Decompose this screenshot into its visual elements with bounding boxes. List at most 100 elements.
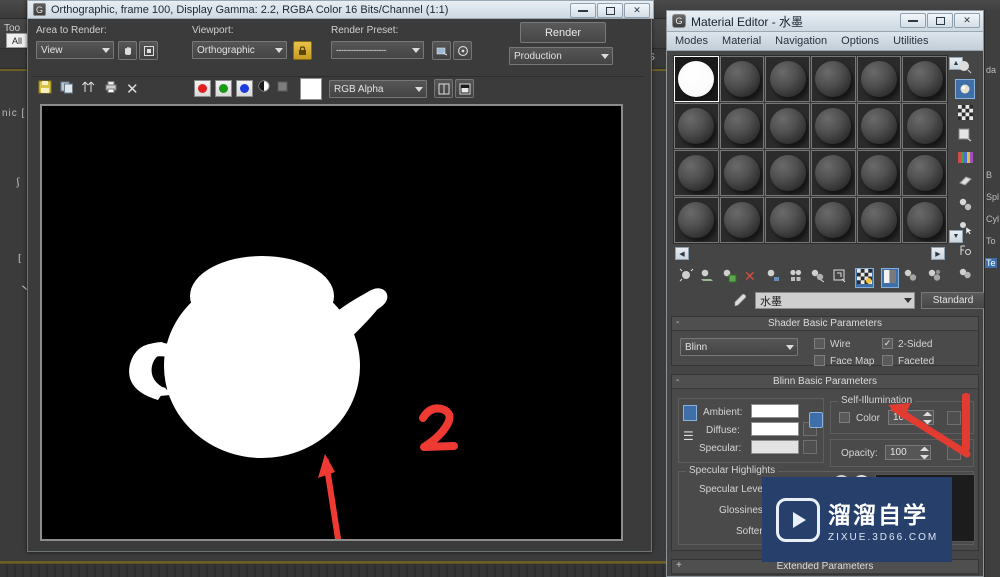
slot-scroll-right-button[interactable]: ▶ <box>931 247 945 260</box>
backlight-icon[interactable] <box>955 79 975 99</box>
sample-slot[interactable] <box>811 150 856 196</box>
show-map-in-viewport-icon[interactable] <box>855 268 874 288</box>
sample-slot-selected[interactable] <box>674 56 719 102</box>
menu-navigation[interactable]: Navigation <box>775 35 827 47</box>
duplicate-button[interactable] <box>455 79 474 98</box>
lock-diffuse-icon[interactable] <box>809 412 823 428</box>
material-editor-horizontal-toolbar[interactable]: ✕ <box>671 266 979 288</box>
get-material-icon[interactable] <box>679 268 694 286</box>
material-name-input[interactable]: 水墨 <box>755 292 915 309</box>
sample-slot[interactable] <box>856 197 902 243</box>
rollout-shader-basic-parameters[interactable]: - Shader Basic Parameters Blinn Wire ✓ 2… <box>671 316 979 367</box>
blue-channel-button[interactable] <box>236 80 253 97</box>
self-illumination-value-spinner[interactable]: 100 <box>888 410 934 425</box>
background-color-swatch[interactable] <box>300 78 322 100</box>
put-to-scene-icon[interactable] <box>699 268 714 286</box>
opacity-value-spinner[interactable]: 100 <box>885 445 931 460</box>
sample-slot[interactable] <box>765 150 810 196</box>
render-preset-dropdown[interactable]: -------------------- <box>331 41 424 59</box>
sample-uv-tiling-icon[interactable] <box>955 125 975 145</box>
put-to-library-icon[interactable] <box>810 268 825 286</box>
rollout-header-blinn-basic[interactable]: - Blinn Basic Parameters <box>672 375 978 389</box>
sample-slot[interactable] <box>811 56 856 102</box>
sample-slot[interactable] <box>856 56 902 102</box>
alpha-channel-icon[interactable] <box>258 80 270 95</box>
material-editor-title-bar[interactable]: G Material Editor - 水墨 ✕ <box>667 11 983 32</box>
sample-slot[interactable] <box>811 103 856 149</box>
sample-slot[interactable] <box>902 150 947 196</box>
specular-color-swatch[interactable] <box>751 440 799 454</box>
face-map-checkbox[interactable] <box>814 355 825 366</box>
sample-slot[interactable] <box>765 197 810 243</box>
spinner-arrows-icon[interactable] <box>920 447 929 459</box>
clear-icon[interactable]: ✕ <box>126 80 139 98</box>
render-window-controls[interactable]: ✕ <box>570 3 650 18</box>
rollout-header-extended[interactable]: + Extended Parameters <box>672 560 978 574</box>
render-window-minimize-button[interactable] <box>570 3 596 18</box>
menu-modes[interactable]: Modes <box>675 35 708 47</box>
max-toolbar-all-dropdown[interactable]: All <box>6 33 28 48</box>
sample-slot[interactable] <box>856 150 902 196</box>
reset-map-icon[interactable]: ✕ <box>744 268 756 285</box>
make-material-copy-icon[interactable] <box>766 268 781 286</box>
channel-dropdown[interactable]: RGB Alpha <box>329 80 427 98</box>
sample-type-icon[interactable] <box>955 57 975 77</box>
sample-slot[interactable] <box>719 56 765 102</box>
render-frame-window[interactable]: G Orthographic, frame 100, Display Gamma… <box>27 0 654 552</box>
two-sided-checkbox[interactable]: ✓ <box>882 338 893 349</box>
wire-checkbox[interactable] <box>814 338 825 349</box>
lock-viewport-button[interactable] <box>293 41 312 60</box>
save-icon[interactable] <box>38 80 52 97</box>
green-channel-button[interactable] <box>215 80 232 97</box>
ambient-color-swatch[interactable] <box>751 404 799 418</box>
sample-slot[interactable] <box>719 103 765 149</box>
self-illumination-map-button[interactable] <box>947 411 961 425</box>
material-editor-window-controls[interactable]: ✕ <box>900 13 980 28</box>
material-editor-close-button[interactable]: ✕ <box>954 13 980 28</box>
material-editor-minimize-button[interactable] <box>900 13 926 28</box>
print-icon[interactable] <box>104 80 118 97</box>
clone-icon[interactable] <box>82 80 96 97</box>
go-forward-to-sibling-icon[interactable] <box>927 268 942 286</box>
select-region-button[interactable] <box>118 41 137 60</box>
sample-slot[interactable] <box>811 197 856 243</box>
specular-map-button[interactable] <box>803 440 817 454</box>
diffuse-specular-link-icon[interactable]: ☰ <box>683 429 694 443</box>
show-end-result-toggle-icon[interactable] <box>881 268 899 288</box>
menu-options[interactable]: Options <box>841 35 879 47</box>
render-window-title-bar[interactable]: G Orthographic, frame 100, Display Gamma… <box>27 0 654 19</box>
sample-slot[interactable] <box>902 103 947 149</box>
material-editor-vertical-toolbar[interactable] <box>952 55 980 278</box>
render-setup-button[interactable] <box>453 41 472 60</box>
material-id-icon[interactable] <box>832 268 847 286</box>
sample-slot[interactable] <box>902 56 947 102</box>
eyedropper-icon[interactable] <box>733 293 748 311</box>
video-color-check-icon[interactable] <box>955 148 975 168</box>
spinner-arrows-icon[interactable] <box>923 412 932 424</box>
opacity-map-button[interactable] <box>947 446 961 460</box>
self-illumination-color-checkbox[interactable] <box>839 412 850 423</box>
material-editor-maximize-button[interactable] <box>927 13 953 28</box>
menu-utilities[interactable]: Utilities <box>893 35 928 47</box>
material-type-button[interactable]: Standard <box>921 292 985 309</box>
faceted-checkbox[interactable] <box>882 355 893 366</box>
copy-bitmap-icon[interactable] <box>60 80 74 97</box>
select-by-material-icon[interactable] <box>955 217 975 237</box>
sample-slot[interactable] <box>765 56 810 102</box>
make-preview-icon[interactable] <box>955 171 975 191</box>
max-right-command-panel[interactable]: da B Spl Cyl To Te <box>984 10 1000 577</box>
menu-material[interactable]: Material <box>722 35 761 47</box>
diffuse-color-swatch[interactable] <box>751 422 799 436</box>
slot-scroll-left-button[interactable]: ◀ <box>675 247 689 260</box>
area-to-render-dropdown[interactable]: View <box>36 41 114 59</box>
rollout-toggle-shader-basic[interactable]: - <box>676 317 679 328</box>
viewport-dropdown[interactable]: Orthographic <box>192 41 287 59</box>
sample-slot[interactable] <box>674 103 719 149</box>
render-output-canvas[interactable] <box>40 104 623 541</box>
sample-slot-grid[interactable] <box>673 55 948 244</box>
go-to-parent-icon[interactable] <box>903 268 918 286</box>
render-window-maximize-button[interactable] <box>597 3 623 18</box>
sample-slot[interactable] <box>719 197 765 243</box>
ambient-diffuse-lock-icon[interactable] <box>683 405 697 421</box>
preset-load-button[interactable] <box>432 41 451 60</box>
